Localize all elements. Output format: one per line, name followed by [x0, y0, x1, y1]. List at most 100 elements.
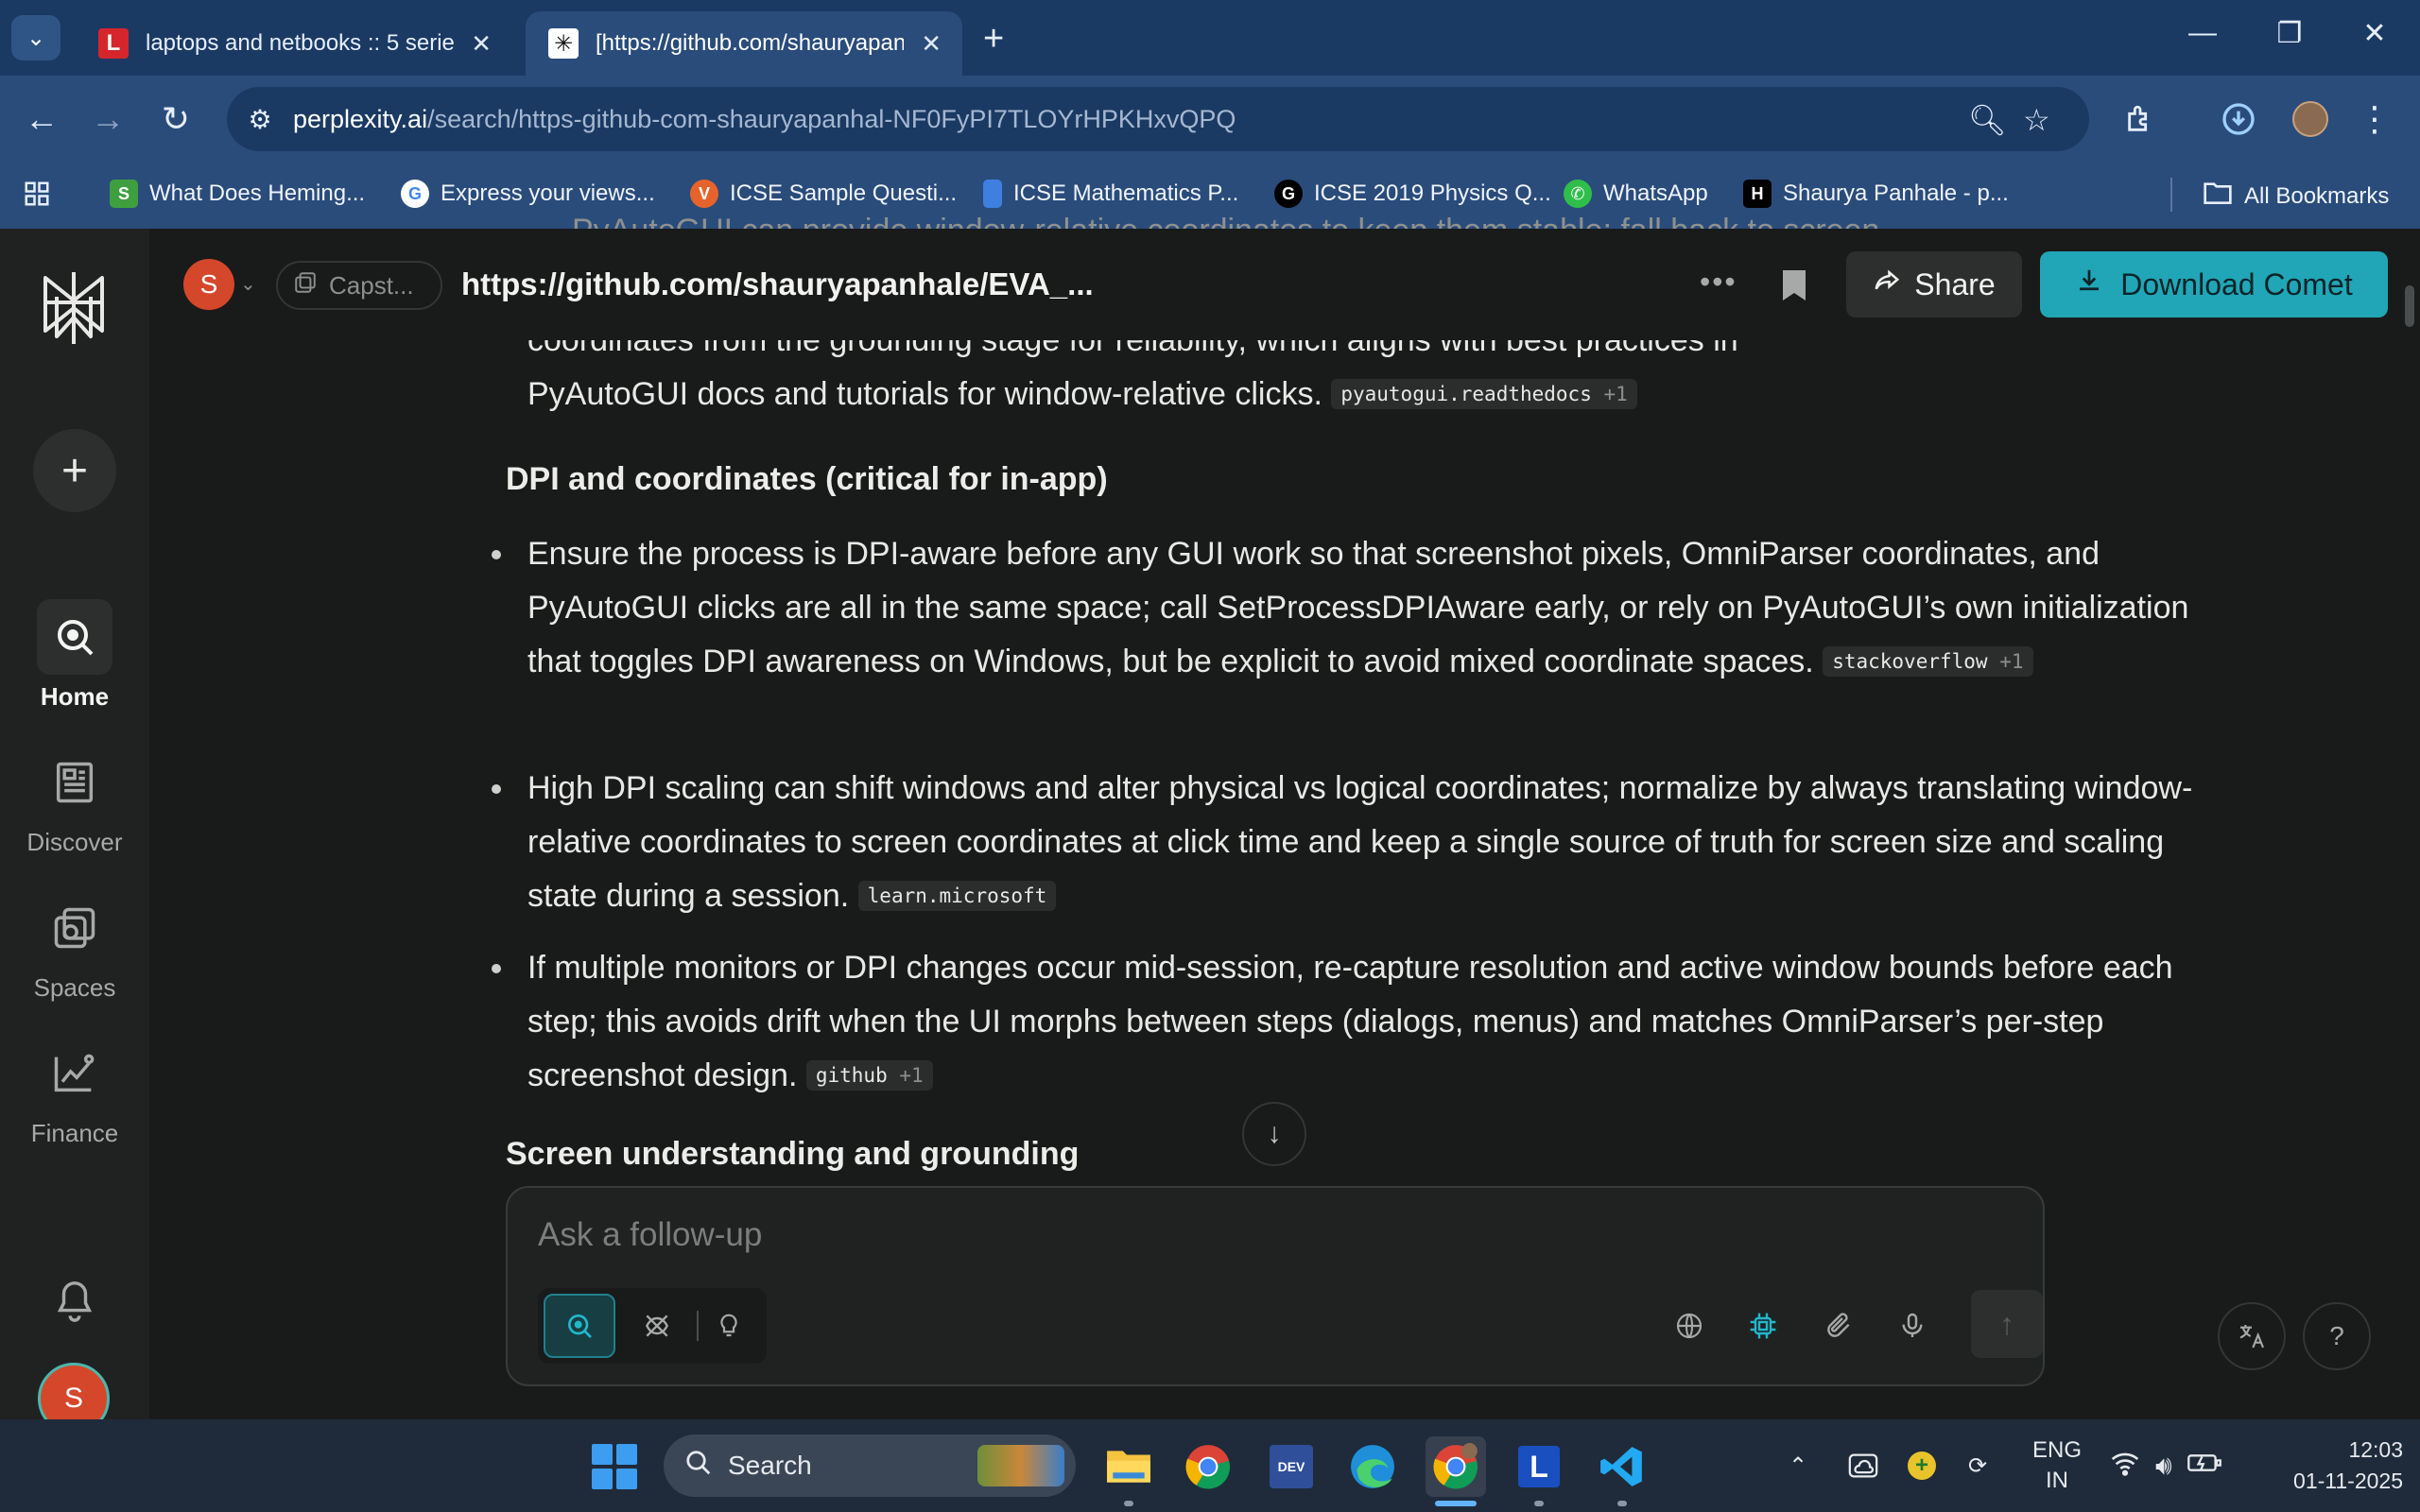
sync-icon[interactable]: ⟳ — [1968, 1419, 1987, 1512]
profile-avatar[interactable] — [2286, 94, 2335, 144]
citation-chip[interactable]: stackoverflow +1 — [1823, 646, 2033, 677]
all-bookmarks-label: All Bookmarks — [2244, 182, 2390, 209]
close-tab-icon[interactable]: ✕ — [921, 29, 942, 59]
scroll-to-bottom-button[interactable]: ↓ — [1242, 1102, 1306, 1166]
scrollbar-thumb[interactable] — [2405, 285, 2414, 327]
bookmark-label: WhatsApp — [1603, 180, 1708, 206]
all-bookmarks-button[interactable]: All Bookmarks — [2203, 180, 2389, 213]
edge-icon[interactable] — [1342, 1436, 1403, 1497]
new-tab-button[interactable]: + — [983, 19, 1004, 60]
header-avatar[interactable]: S — [183, 259, 234, 310]
bullet-dot — [492, 964, 501, 973]
minimize-button[interactable]: — — [2174, 17, 2231, 49]
citation-chip[interactable]: github +1 — [805, 1060, 933, 1091]
chrome-profile-icon[interactable] — [1426, 1436, 1486, 1497]
follow-up-composer: Ask a follow-up ↑ — [506, 1186, 2045, 1386]
discover-newspaper-icon — [37, 745, 112, 820]
tab-title: [https://github.com/shauryapanhale/EVA_ — [596, 30, 905, 56]
vscode-icon[interactable] — [1592, 1436, 1652, 1497]
address-url[interactable]: perplexity.ai/search/https-github-com-sh… — [293, 105, 1236, 134]
taskbar: Search DEV L ⌃ + ⟳ ENG IN 🔊︎ 12:03 01-11… — [0, 1419, 2420, 1512]
section-heading: Screen understanding and grounding — [506, 1136, 1080, 1172]
taskbar-search[interactable]: Search — [664, 1435, 1076, 1497]
translate-icon[interactable] — [2218, 1302, 2286, 1370]
bookmark-thread-icon[interactable] — [1781, 268, 1807, 302]
chevron-down-icon[interactable]: ⌄ — [240, 272, 256, 296]
follow-up-input[interactable]: Ask a follow-up — [538, 1216, 762, 1254]
downloads-icon[interactable] — [2214, 94, 2263, 144]
tab-search-button[interactable]: ⌄ — [11, 15, 60, 60]
model-chip-icon[interactable] — [1742, 1305, 1784, 1347]
menu-kebab-icon[interactable]: ⋮ — [2350, 94, 2399, 144]
bookmark-star-icon[interactable]: ☆ — [2023, 102, 2050, 138]
answer-text: coordinates from the grounding stage for… — [527, 340, 1738, 358]
forward-button[interactable]: → — [83, 94, 132, 144]
back-button[interactable]: ← — [17, 94, 66, 144]
battery-icon — [2187, 1451, 2221, 1481]
dev-community-icon[interactable]: DEV — [1261, 1436, 1322, 1497]
new-thread-button[interactable]: + — [33, 429, 116, 512]
search-icon — [684, 1449, 713, 1484]
onedrive-icon[interactable] — [1847, 1419, 1879, 1512]
citation-chip[interactable]: learn.microsoft — [857, 881, 1057, 911]
lenovo-app-icon[interactable]: L — [1509, 1436, 1569, 1497]
share-label: Share — [1914, 266, 1996, 301]
extensions-icon[interactable] — [2116, 94, 2165, 144]
citation-chip[interactable]: pyautogui.readthedocs +1 — [1331, 379, 1637, 409]
bookmark-label: ICSE Mathematics P... — [1013, 180, 1239, 206]
reload-button[interactable]: ↻ — [151, 94, 200, 144]
sidebar-item-spaces[interactable]: Spaces — [0, 890, 149, 1003]
clock-time: 12:03 — [2348, 1437, 2403, 1462]
sidebar-item-discover[interactable]: Discover — [0, 745, 149, 857]
attach-paperclip-icon[interactable] — [1818, 1305, 1859, 1347]
more-options-icon[interactable]: ••• — [1700, 265, 1737, 300]
restore-button[interactable]: ❐ — [2261, 17, 2318, 50]
microphone-icon[interactable] — [1892, 1305, 1933, 1347]
close-window-button[interactable]: ✕ — [2346, 17, 2403, 50]
mode-switcher — [538, 1288, 767, 1364]
bookmark-favicon-icon: S — [110, 180, 138, 208]
lang-bottom: IN — [2046, 1468, 2068, 1493]
zoom-icon[interactable]: 🔍︎ — [1968, 102, 2007, 138]
submit-arrow-button[interactable]: ↑ — [1971, 1290, 2043, 1358]
folder-icon — [2203, 180, 2233, 213]
bookmark-item[interactable]: S What Does Heming... — [110, 180, 365, 208]
sidebar-item-finance[interactable]: Finance — [0, 1036, 149, 1148]
notifications-bell-icon[interactable] — [53, 1278, 96, 1325]
search-mode-button[interactable] — [544, 1294, 615, 1358]
system-clock[interactable]: 12:03 01-11-2025 — [2261, 1435, 2403, 1497]
avatar-initial: S — [199, 269, 218, 299]
bullet-dot — [492, 784, 501, 794]
mode-divider — [697, 1311, 699, 1341]
google-icon: G — [401, 180, 429, 208]
sidebar-item-label: Home — [40, 682, 110, 711]
quick-settings[interactable]: 🔊︎ — [2110, 1419, 2221, 1512]
section-heading: DPI and coordinates (critical for in-app… — [506, 461, 1108, 497]
tab-laptops[interactable]: L laptops and netbooks :: 5 series ✕ — [76, 11, 512, 76]
page-scrollbar[interactable] — [2399, 229, 2420, 1419]
close-tab-icon[interactable]: ✕ — [471, 29, 492, 59]
download-comet-button[interactable]: Download Comet — [2040, 251, 2388, 318]
globe-sources-icon[interactable] — [1668, 1305, 1710, 1347]
labs-mode-button[interactable] — [702, 1294, 755, 1358]
spaces-icon — [37, 890, 112, 966]
apps-grid-icon[interactable] — [23, 180, 51, 208]
running-indicator — [1124, 1501, 1133, 1506]
taskbar-search-label: Search — [728, 1451, 812, 1480]
home-search-icon — [37, 599, 112, 675]
chrome-icon[interactable] — [1178, 1436, 1238, 1497]
research-mode-button[interactable] — [621, 1294, 693, 1358]
language-indicator[interactable]: ENG IN — [2032, 1419, 2082, 1512]
windows-start-icon[interactable] — [592, 1444, 637, 1489]
tray-overflow-icon[interactable]: ⌃ — [1789, 1419, 1807, 1512]
file-explorer-icon[interactable] — [1098, 1436, 1159, 1497]
site-info-icon[interactable]: ⚙ — [227, 104, 293, 135]
help-icon[interactable]: ? — [2303, 1302, 2371, 1370]
space-selector[interactable]: Capst... — [276, 261, 442, 310]
share-button[interactable]: Share — [1846, 251, 2022, 318]
tab-perplexity[interactable]: ✳ [https://github.com/shauryapanhale/EVA… — [526, 11, 962, 76]
address-bar[interactable]: ⚙ perplexity.ai/search/https-github-com-… — [227, 87, 2089, 151]
security-shield-icon[interactable]: + — [1908, 1419, 1936, 1512]
sidebar-item-home[interactable]: Home — [0, 599, 149, 712]
perplexity-favicon-icon: ✳ — [548, 28, 579, 59]
